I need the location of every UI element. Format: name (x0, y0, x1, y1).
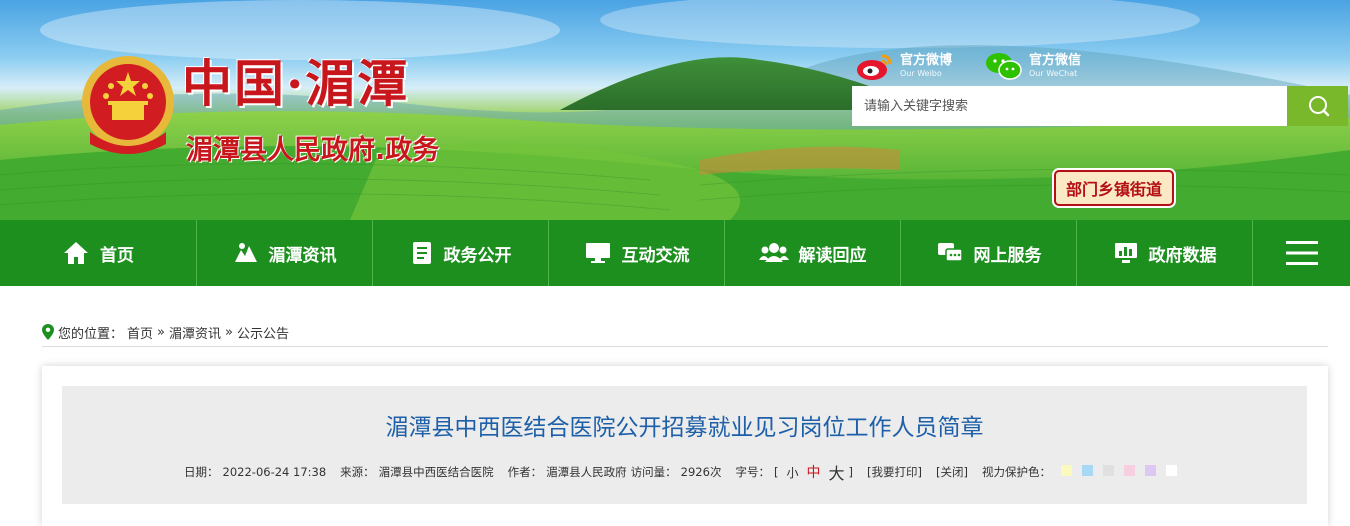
fontsize-bracket-open: [ (773, 465, 779, 479)
search-button[interactable] (1287, 86, 1348, 126)
data-icon (1114, 243, 1137, 263)
article-views: 2926次 (680, 465, 722, 479)
eye-color-swatch[interactable] (1060, 465, 1072, 476)
article-author: 湄潭县人民政府 (546, 465, 627, 479)
views-label: 访问量： (630, 465, 677, 479)
nav-item-interaction[interactable]: 互动交流 (549, 220, 725, 286)
search-input[interactable] (852, 86, 1287, 126)
nav-menu-button[interactable] (1253, 220, 1350, 286)
search-icon (1308, 96, 1329, 117)
article-source: 湄潭县中西医结合医院 (378, 465, 494, 479)
source-label: 来源： (340, 465, 375, 479)
wechat-label: 官方微信 (1029, 53, 1082, 68)
fontsize-large-button[interactable]: 大 (828, 460, 844, 484)
nav-label-interaction: 互动交流 (621, 245, 690, 266)
people-icon (758, 243, 789, 262)
eye-color-swatch[interactable] (1123, 465, 1135, 476)
nav-label-government-affairs: 政务公开 (443, 245, 512, 266)
search-bar (852, 86, 1348, 126)
weibo-icon (857, 54, 892, 80)
article-header: 湄潭县中西医结合医院公开招募就业见习岗位工作人员简章 日期： 2022-06-2… (62, 386, 1307, 504)
document-icon (412, 242, 431, 264)
article-meta: 日期： 2022-06-24 17:38 来源： 湄潭县中西医结合医院 作者： … (62, 460, 1307, 484)
close-button[interactable]: [关闭] (936, 464, 968, 480)
breadcrumb-separator: » (225, 324, 233, 340)
weibo-link[interactable]: 官方微博 Our Weibo (856, 50, 952, 82)
nav-label-home: 首页 (100, 245, 134, 266)
print-button[interactable]: [我要打印] (867, 464, 922, 480)
breadcrumb-news[interactable]: 湄潭资讯 (169, 323, 221, 342)
eye-color-swatch[interactable] (1165, 465, 1177, 476)
nav-item-interpretation[interactable]: 解读回应 (725, 220, 901, 286)
eye-color-swatch[interactable] (1081, 465, 1093, 476)
site-title: 中国·湄潭 (182, 54, 410, 113)
location-pin-icon (42, 324, 54, 340)
eye-color-swatch[interactable] (1144, 465, 1156, 476)
header-banner: 中国·湄潭 湄潭县人民政府.政务 官方微博 Our Weibo 官方微信 Our… (0, 0, 1350, 220)
nav-label-government-data: 政府数据 (1148, 245, 1217, 266)
weibo-sublabel: Our Weibo (900, 69, 942, 78)
breadcrumb-home[interactable]: 首页 (127, 323, 153, 342)
nav-label-online-service: 网上服务 (973, 245, 1042, 266)
wechat-icon (986, 53, 1022, 80)
main-nav: 首页 湄潭资讯 政务公开 互动交流 解读回应 网上服务 政府数据 (0, 220, 1350, 286)
eye-color-swatches (1055, 465, 1181, 479)
monitor-icon (585, 243, 610, 263)
national-emblem-icon (82, 56, 174, 154)
eye-color-swatch[interactable] (1102, 465, 1114, 476)
home-icon (64, 242, 88, 264)
breadcrumb-prefix: 您的位置： (58, 326, 124, 342)
chat-icon (937, 243, 963, 262)
eye-protection-label: 视力保护色： (981, 465, 1051, 479)
site-subtitle: 湄潭县人民政府.政务 (186, 135, 440, 166)
wechat-sublabel: Our WeChat (1029, 69, 1078, 78)
breadcrumb-separator: » (157, 324, 165, 340)
department-township-button[interactable]: 部门乡镇街道 (1054, 170, 1174, 206)
date-label: 日期： (184, 465, 219, 479)
news-icon (234, 243, 257, 262)
breadcrumb-announcements[interactable]: 公示公告 (237, 323, 289, 342)
fontsize-medium-button[interactable]: 中 (806, 462, 820, 482)
breadcrumb: 您的位置： 首页 » 湄潭资讯 » 公示公告 (42, 318, 1328, 347)
wechat-link[interactable]: 官方微信 Our WeChat (985, 50, 1081, 82)
nav-label-news: 湄潭资讯 (268, 245, 337, 266)
article-title: 湄潭县中西医结合医院公开招募就业见习岗位工作人员简章 (385, 415, 984, 441)
article-date: 2022-06-24 17:38 (222, 465, 327, 479)
nav-item-home[interactable]: 首页 (0, 220, 197, 286)
article-card: 湄潭县中西医结合医院公开招募就业见习岗位工作人员简章 日期： 2022-06-2… (42, 366, 1328, 526)
author-label: 作者： (507, 465, 543, 479)
nav-item-government-affairs[interactable]: 政务公开 (373, 220, 549, 286)
nav-item-news[interactable]: 湄潭资讯 (197, 220, 373, 286)
nav-label-interpretation: 解读回应 (798, 245, 867, 266)
fontsize-label: 字号： (735, 465, 770, 479)
nav-item-government-data[interactable]: 政府数据 (1077, 220, 1253, 286)
nav-item-online-service[interactable]: 网上服务 (901, 220, 1077, 286)
fontsize-small-button[interactable]: 小 (786, 464, 798, 481)
fontsize-bracket-close: ] (848, 465, 853, 479)
hamburger-icon (1285, 241, 1318, 265)
weibo-label: 官方微博 (900, 53, 953, 68)
